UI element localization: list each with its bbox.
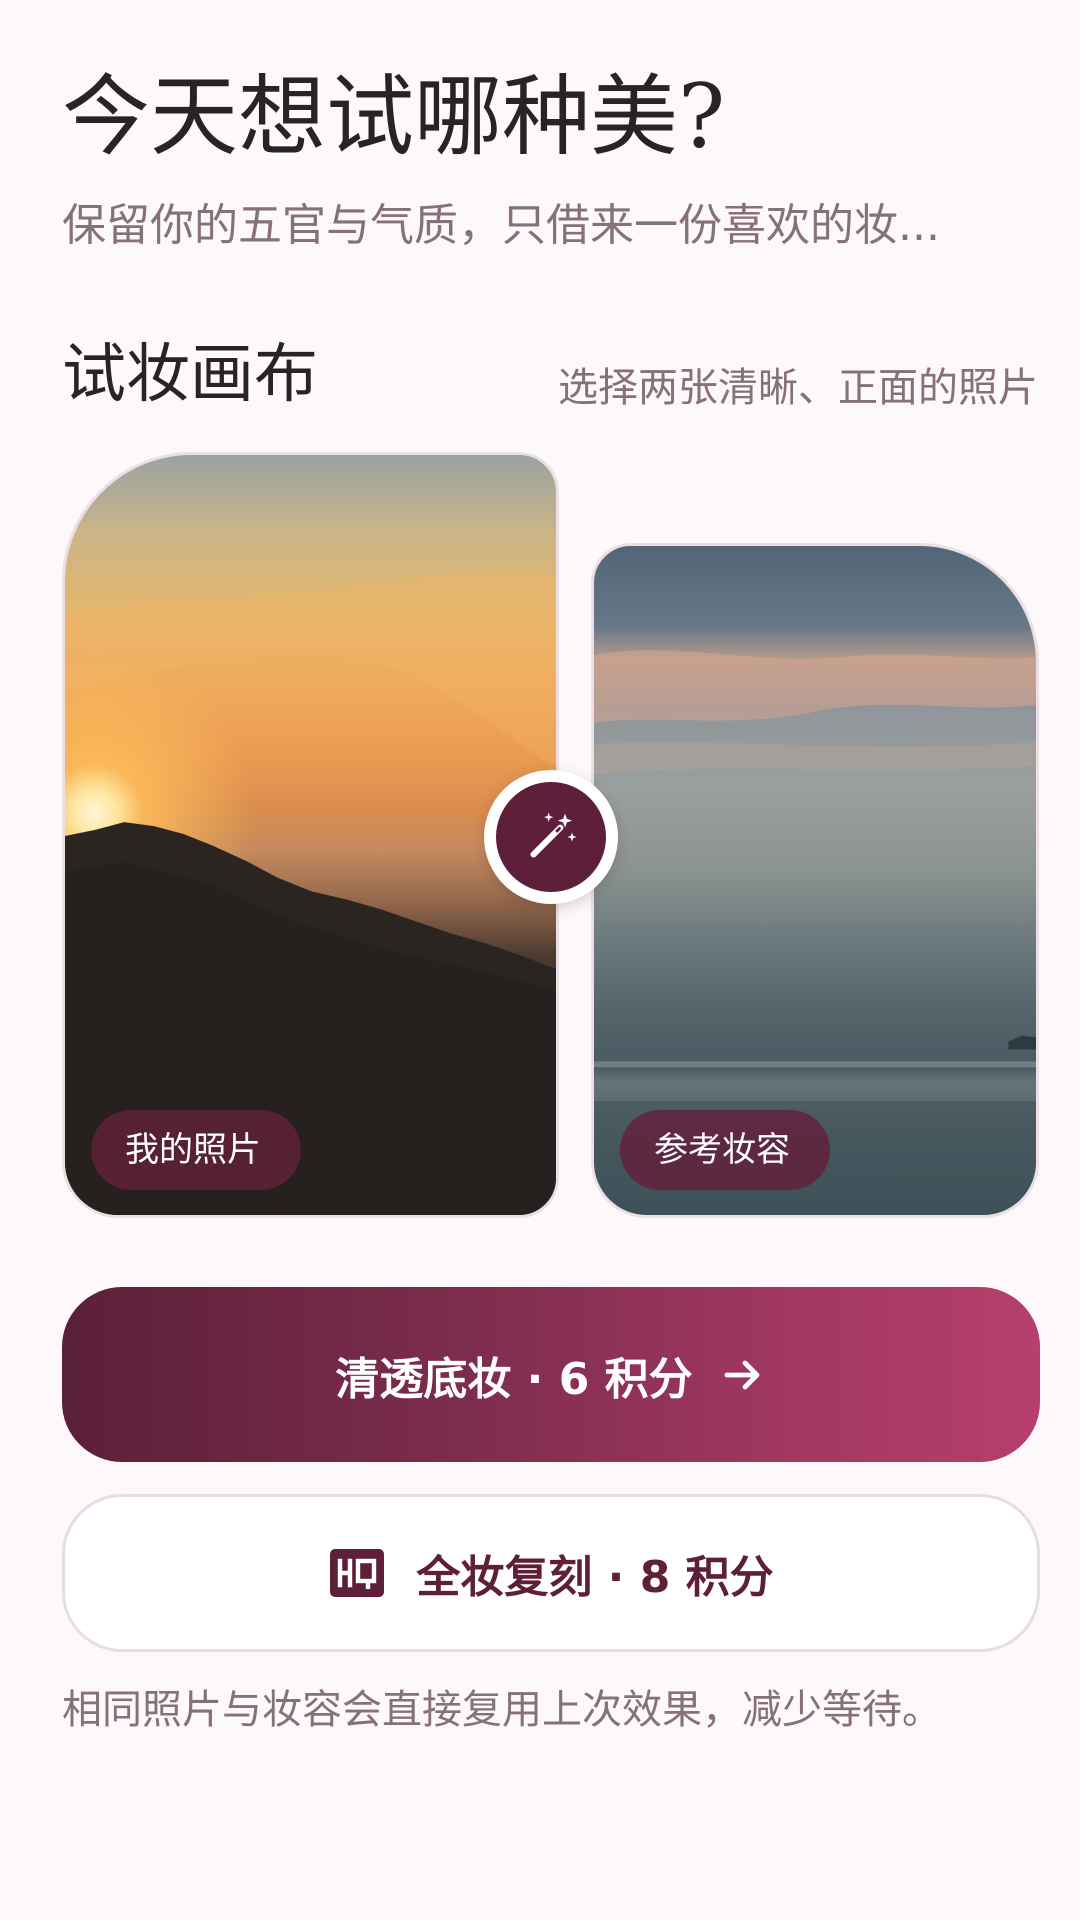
magic-wand-icon bbox=[530, 812, 577, 858]
magic-transfer-badge bbox=[496, 782, 606, 892]
hq-icon bbox=[330, 1549, 385, 1597]
reference-photo-label: 参考妆容 bbox=[620, 1110, 830, 1190]
secondary-makeup-button[interactable]: 全妆复刻 · 8 积分 bbox=[62, 1494, 1040, 1652]
page-title: 今天想试哪种美? bbox=[62, 65, 726, 168]
section-hint: 选择两张清晰、正面的照片 bbox=[558, 365, 1038, 411]
footnote-text: 相同照片与妆容会直接复用上次效果，减少等待。 bbox=[62, 1687, 942, 1733]
section-title: 试妆画布 bbox=[62, 338, 318, 412]
my-photo-image bbox=[65, 571, 556, 1215]
primary-makeup-button[interactable]: 清透底妆 · 6 积分 bbox=[62, 1287, 1040, 1462]
arrow-right-icon bbox=[724, 1360, 760, 1389]
magic-transfer-button[interactable] bbox=[484, 770, 618, 904]
page-subtitle: 保留你的五官与气质，只借来一份喜欢的妆... bbox=[62, 200, 940, 251]
my-photo-label: 我的照片 bbox=[91, 1110, 301, 1190]
primary-button-label: 清透底妆 · 6 积分 bbox=[335, 1353, 693, 1405]
secondary-button-label: 全妆复刻 · 8 积分 bbox=[416, 1552, 774, 1603]
